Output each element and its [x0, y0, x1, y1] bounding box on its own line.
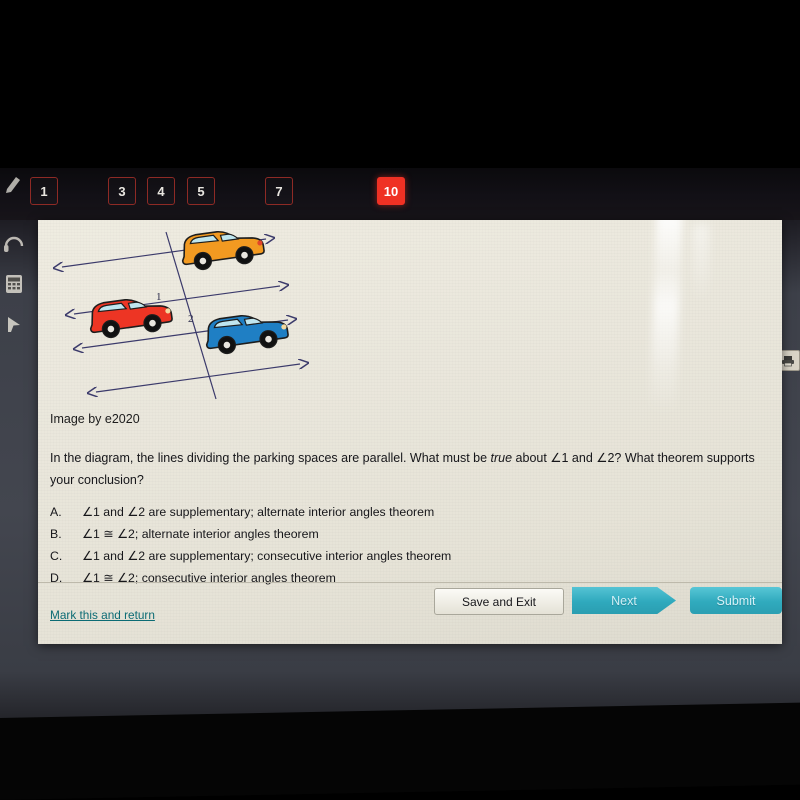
next-button[interactable]: Next — [572, 587, 676, 614]
choice-letter-c: C. — [50, 548, 63, 563]
desk-shadow — [0, 702, 800, 800]
question-text-emphasis: true — [490, 451, 513, 465]
quiz-content-panel: 1 2 Image by e2020 In the diagram, the l… — [38, 220, 782, 644]
headphone-icon[interactable] — [2, 232, 26, 256]
angle-label-2: 2 — [188, 313, 194, 325]
parking-lot-diagram: 1 2 — [48, 224, 338, 409]
choice-letter-d: D. — [50, 570, 63, 585]
orange-car — [181, 230, 265, 271]
monitor-photo: 1 3 4 5 7 10 1 2 Image by e2020 In the d… — [0, 0, 800, 800]
choice-letter-a: A. — [50, 505, 62, 519]
question-tab-4[interactable]: 4 — [147, 177, 175, 205]
choice-text-a: ∠1 and ∠2 are supplementary; alternate i… — [82, 505, 435, 519]
save-and-exit-button[interactable]: Save and Exit — [434, 588, 564, 615]
choice-text-d: ∠1 ≅ ∠2; consecutive interior angles the… — [82, 570, 336, 585]
calculator-icon[interactable] — [2, 272, 26, 296]
choice-text-b: ∠1 ≅ ∠2; alternate interior angles theor… — [82, 526, 319, 541]
choice-text-c: ∠1 and ∠2 are supplementary; consecutive… — [82, 548, 452, 563]
question-tab-5[interactable]: 5 — [187, 177, 215, 205]
image-credit: Image by e2020 — [50, 412, 140, 426]
answer-choice-b[interactable]: B. ∠1 ≅ ∠2; alternate interior angles th… — [50, 524, 690, 546]
question-tab-7[interactable]: 7 — [265, 177, 293, 205]
choice-letter-b: B. — [50, 526, 62, 541]
answer-choice-a[interactable]: A. ∠1 and ∠2 are supplementary; alternat… — [50, 502, 690, 524]
question-tab-10[interactable]: 10 — [377, 177, 405, 205]
blue-car — [205, 314, 289, 355]
screen-glare-secondary — [693, 224, 709, 304]
question-text: In the diagram, the lines dividing the p… — [50, 448, 762, 491]
highlighter-icon[interactable] — [2, 172, 26, 196]
answer-choice-c[interactable]: C. ∠1 and ∠2 are supplementary; consecut… — [50, 546, 690, 568]
answer-choice-d[interactable]: D. ∠1 ≅ ∠2; consecutive interior angles … — [50, 568, 690, 590]
question-tab-1[interactable]: 1 — [30, 177, 58, 205]
pointer-icon[interactable] — [2, 312, 26, 336]
question-text-part1: In the diagram, the lines dividing the p… — [50, 451, 491, 465]
angle-label-1: 1 — [156, 291, 162, 303]
footer-divider — [38, 582, 782, 583]
answer-choices: A. ∠1 and ∠2 are supplementary; alternat… — [50, 502, 690, 590]
submit-button[interactable]: Submit — [690, 587, 782, 614]
question-navigator-bar: 1 3 4 5 7 10 — [0, 168, 800, 371]
screen-glare — [649, 220, 683, 415]
letterbox-top — [0, 0, 800, 170]
question-tab-3[interactable]: 3 — [108, 177, 136, 205]
mark-this-and-return-link[interactable]: Mark this and return — [50, 608, 155, 622]
